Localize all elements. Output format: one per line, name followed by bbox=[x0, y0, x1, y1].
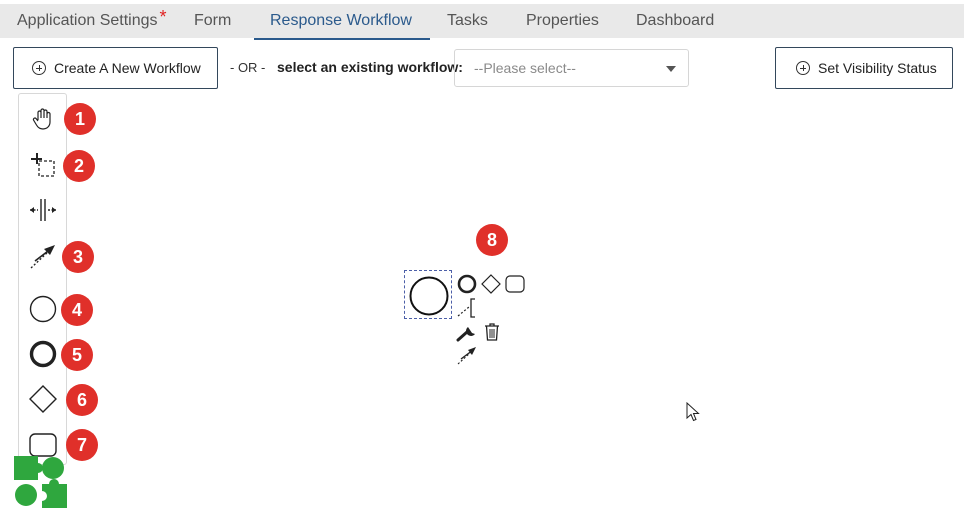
hand-tool[interactable] bbox=[24, 102, 62, 136]
end-event-icon bbox=[29, 340, 57, 368]
connect-tool[interactable] bbox=[24, 240, 62, 274]
required-marker: * bbox=[159, 7, 167, 27]
workflow-select[interactable]: --Please select-- bbox=[454, 49, 689, 87]
puzzle-logo-icon bbox=[14, 456, 67, 508]
step-badge: 2 bbox=[63, 150, 95, 182]
tab-response-workflow[interactable]: Response Workflow bbox=[254, 4, 430, 40]
task-icon bbox=[29, 433, 57, 457]
step-badge: 8 bbox=[476, 224, 508, 256]
tab-label: Form bbox=[194, 12, 232, 29]
create-workflow-button[interactable]: Create A New Workflow bbox=[13, 47, 218, 89]
plus-circle-icon bbox=[796, 61, 810, 75]
gateway-tool[interactable] bbox=[24, 382, 62, 416]
wrench-icon bbox=[456, 327, 475, 342]
connect-tool-icon bbox=[30, 245, 55, 269]
append-text-annotation[interactable] bbox=[456, 297, 478, 319]
tab-form[interactable]: Form bbox=[194, 4, 231, 38]
chevron-down-icon bbox=[666, 66, 676, 72]
tab-bar: Application Settings * Form Response Work… bbox=[0, 4, 964, 40]
tab-application-settings[interactable]: Application Settings * bbox=[17, 4, 167, 38]
step-badge: 4 bbox=[61, 294, 93, 326]
tab-label: Properties bbox=[526, 12, 599, 29]
step-badge: 5 bbox=[61, 339, 93, 371]
space-tool[interactable] bbox=[24, 193, 62, 227]
gateway-icon bbox=[480, 273, 501, 294]
lasso-tool[interactable] bbox=[24, 148, 62, 182]
step-badge: 6 bbox=[66, 384, 98, 416]
gateway-icon bbox=[29, 385, 57, 413]
append-gateway[interactable] bbox=[480, 273, 501, 294]
or-separator: - OR - bbox=[230, 60, 266, 75]
step-badge: 1 bbox=[64, 103, 96, 135]
tab-label: Response Workflow bbox=[270, 12, 412, 29]
plus-circle-icon bbox=[32, 61, 46, 75]
mouse-cursor-icon bbox=[686, 402, 700, 422]
hand-tool-icon bbox=[32, 108, 51, 130]
end-event-icon bbox=[457, 274, 476, 293]
set-visibility-button[interactable]: Set Visibility Status bbox=[775, 47, 953, 89]
tab-properties[interactable]: Properties bbox=[526, 4, 599, 38]
connect-using-sequence-flow[interactable] bbox=[456, 344, 478, 366]
tab-dashboard[interactable]: Dashboard bbox=[636, 4, 714, 38]
create-workflow-label: Create A New Workflow bbox=[54, 60, 201, 76]
lasso-tool-icon bbox=[31, 153, 55, 177]
task-icon bbox=[505, 274, 525, 293]
tab-label: Application Settings bbox=[17, 12, 158, 29]
step-badge: 3 bbox=[62, 241, 94, 273]
trash-icon bbox=[484, 323, 499, 341]
tab-tasks[interactable]: Tasks bbox=[447, 4, 488, 38]
space-tool-icon bbox=[30, 199, 56, 221]
start-event-tool[interactable] bbox=[24, 292, 62, 326]
start-event-icon bbox=[29, 295, 57, 323]
set-visibility-label: Set Visibility Status bbox=[818, 60, 937, 76]
annotation-icon bbox=[457, 298, 475, 318]
connect-icon bbox=[457, 347, 476, 365]
append-end-event[interactable] bbox=[456, 273, 477, 294]
end-event-tool[interactable] bbox=[24, 337, 62, 371]
workflow-select-value: --Please select-- bbox=[474, 60, 576, 76]
append-task[interactable] bbox=[504, 273, 526, 294]
select-workflow-label: select an existing workflow: bbox=[277, 59, 463, 75]
selected-start-event[interactable] bbox=[404, 270, 452, 319]
tab-label: Dashboard bbox=[636, 12, 715, 29]
tab-label: Tasks bbox=[447, 12, 488, 29]
delete-element[interactable] bbox=[481, 321, 502, 343]
step-badge: 7 bbox=[66, 429, 98, 461]
start-event-icon bbox=[409, 276, 449, 316]
change-type[interactable] bbox=[456, 322, 478, 344]
